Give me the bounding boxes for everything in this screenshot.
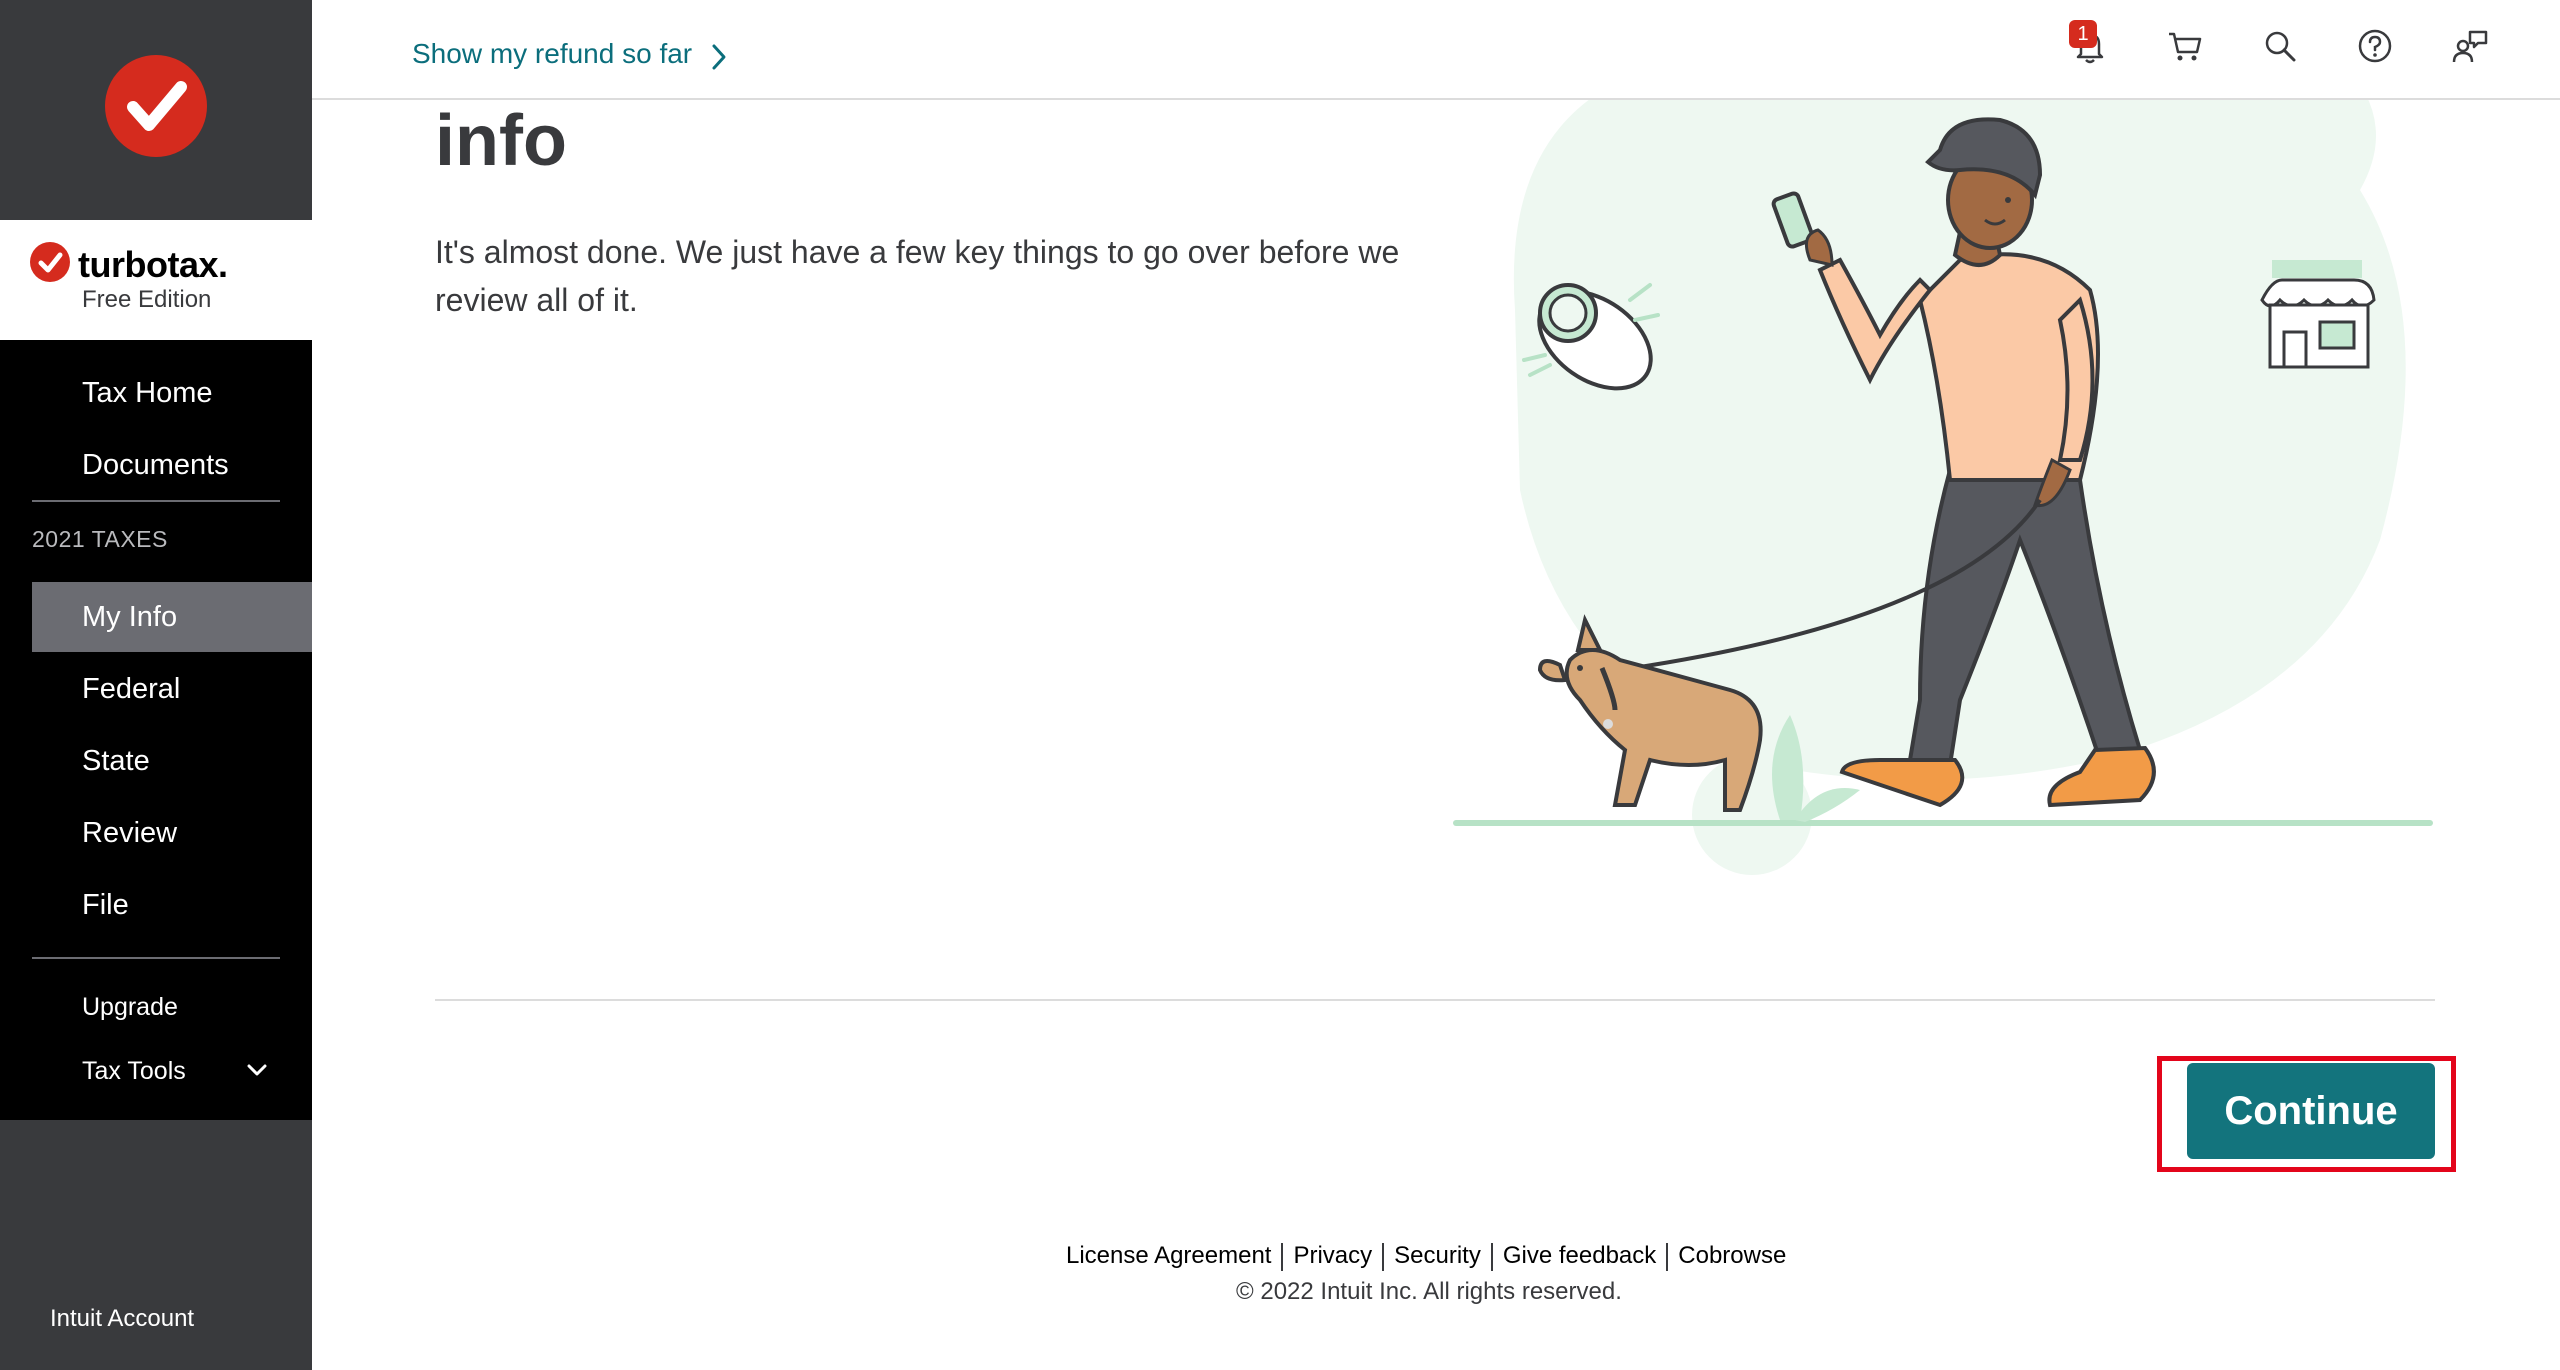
sidebar-item-label: Tax Tools xyxy=(82,1057,186,1085)
help-icon[interactable] xyxy=(2355,26,2395,66)
sidebar-item-label: Tax Home xyxy=(82,377,213,409)
chevron-right-icon[interactable] xyxy=(710,42,728,72)
brand-box: turbotax. Free Edition xyxy=(0,220,312,340)
footer-link-security[interactable]: Security xyxy=(1394,1242,1481,1269)
sidebar-item-state[interactable]: State xyxy=(0,726,312,796)
sidebar-item-federal[interactable]: Federal xyxy=(0,654,312,724)
sidebar-item-label: Documents xyxy=(82,449,229,481)
cart-icon[interactable] xyxy=(2165,26,2205,66)
content-divider xyxy=(435,999,2435,1001)
page-title: info xyxy=(435,101,567,181)
sidebar: turbotax. Free Edition Tax Home Document… xyxy=(0,0,312,1370)
show-refund-link[interactable]: Show my refund so far xyxy=(412,38,692,70)
footer-link-privacy[interactable]: Privacy xyxy=(1293,1242,1372,1269)
nav-divider xyxy=(32,500,280,502)
copyright-text: © 2022 Intuit Inc. All rights reserved. xyxy=(1236,1278,1622,1305)
continue-button[interactable]: Continue xyxy=(2187,1063,2435,1159)
chat-icon[interactable] xyxy=(2450,26,2490,66)
sidebar-item-tax-home[interactable]: Tax Home xyxy=(0,358,312,428)
turbotax-logo-icon[interactable] xyxy=(105,55,207,157)
footer-separator xyxy=(1490,1242,1493,1271)
footer-separator xyxy=(1666,1242,1669,1271)
page-description: It's almost done. We just have a few key… xyxy=(435,234,1400,318)
footer-link-license-agreement[interactable]: License Agreement xyxy=(1066,1242,1271,1269)
chevron-down-icon[interactable] xyxy=(245,1058,269,1082)
intuit-account-link[interactable]: Intuit Account xyxy=(50,1305,194,1333)
footer-separator xyxy=(1382,1242,1385,1271)
footer-links: License Agreement Privacy Security Give fee… xyxy=(1066,1242,1786,1271)
notification-badge: 1 xyxy=(2069,20,2097,48)
footer-link-cobrowse[interactable]: Cobrowse xyxy=(1678,1242,1786,1269)
brand-name: turbotax. xyxy=(78,244,228,285)
nav-divider xyxy=(32,957,280,959)
nav-section-label: 2021 TAXES xyxy=(32,526,168,552)
sidebar-item-upgrade[interactable]: Upgrade xyxy=(0,972,312,1042)
sidebar-nav: Tax Home Documents 2021 TAXES My Info Fe… xyxy=(0,340,312,1120)
sidebar-item-label: Federal xyxy=(82,673,181,705)
sidebar-item-label: File xyxy=(82,889,129,921)
sidebar-item-documents[interactable]: Documents xyxy=(0,430,312,500)
sidebar-item-review[interactable]: Review xyxy=(0,798,312,868)
person-walking-dog-illustration xyxy=(1453,60,2433,875)
sidebar-item-label: Review xyxy=(82,817,178,849)
sidebar-item-my-info[interactable]: My Info xyxy=(32,582,312,652)
sidebar-item-label: State xyxy=(82,745,150,777)
sidebar-item-label: My Info xyxy=(82,601,178,633)
search-icon[interactable] xyxy=(2260,26,2300,66)
top-header: Show my refund so far 1 xyxy=(312,0,2560,100)
brand-check-icon xyxy=(30,242,70,282)
footer-link-give-feedback[interactable]: Give feedback xyxy=(1503,1242,1656,1269)
logo-area xyxy=(0,0,312,220)
brand-edition: Free Edition xyxy=(82,286,212,313)
sidebar-item-label: Upgrade xyxy=(82,993,178,1021)
footer-separator xyxy=(1281,1242,1284,1271)
sidebar-item-file[interactable]: File xyxy=(0,870,312,940)
